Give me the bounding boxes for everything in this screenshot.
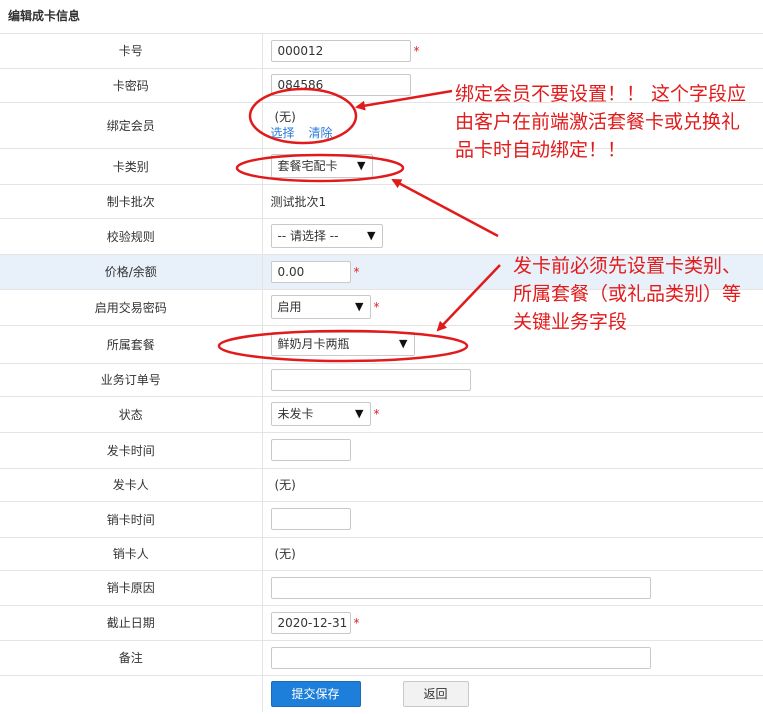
annotation-note-required-fields: 发卡前必须先设置卡类别、所属套餐（或礼品类别）等关键业务字段 [513, 255, 742, 333]
batch-label: 制卡批次 [0, 184, 262, 219]
required-mark: * [373, 407, 380, 421]
row-actions: 提交保存 返回 [0, 675, 763, 712]
card-password-label: 卡密码 [0, 68, 262, 103]
trade-password-select[interactable]: 启用 ▼ [270, 295, 371, 319]
select-member-link[interactable]: 选择 [271, 126, 295, 140]
issue-time-label: 发卡时间 [0, 432, 262, 469]
page-header: 编辑成卡信息 [0, 0, 763, 34]
row-status: 状态 未发卡 ▼ * [0, 396, 763, 433]
rule-label: 校验规则 [0, 218, 262, 255]
issuer-label: 发卡人 [0, 468, 262, 502]
row-deadline: 截止日期 2020-12-31 * [0, 605, 763, 641]
price-label: 价格/余额 [0, 254, 262, 290]
deadline-label: 截止日期 [0, 605, 262, 641]
deadline-input[interactable]: 2020-12-31 [270, 611, 351, 634]
cancel-time-input[interactable] [270, 508, 351, 530]
row-rule: 校验规则 -- 请选择 -- ▼ [0, 218, 763, 255]
rule-value: -- 请选择 -- [277, 229, 339, 243]
row-remark: 备注 [0, 640, 763, 676]
triangle-down-icon: ▼ [367, 229, 376, 242]
rule-select[interactable]: -- 请选择 -- ▼ [270, 224, 383, 248]
cancel-reason-label: 销卡原因 [0, 570, 262, 606]
row-canceller: 销卡人 (无) [0, 537, 763, 571]
row-issuer: 发卡人 (无) [0, 468, 763, 502]
batch-value: 测试批次1 [270, 194, 327, 209]
remark-input[interactable] [270, 646, 651, 669]
card-type-select[interactable]: 套餐宅配卡 ▼ [270, 154, 373, 178]
package-label: 所属套餐 [0, 325, 262, 364]
required-mark: * [353, 264, 360, 279]
order-no-label: 业务订单号 [0, 363, 262, 397]
package-value: 鲜奶月卡两瓶 [277, 337, 350, 351]
row-cancel-reason: 销卡原因 [0, 570, 763, 606]
card-no-label: 卡号 [0, 34, 262, 69]
package-select[interactable]: 鲜奶月卡两瓶 ▼ [270, 332, 415, 356]
price-input[interactable]: 0.00 [270, 260, 351, 283]
triangle-down-icon: ▼ [355, 407, 364, 420]
back-button[interactable]: 返回 [402, 680, 469, 707]
submit-save-button[interactable]: 提交保存 [270, 680, 361, 707]
triangle-down-icon: ▼ [355, 300, 364, 313]
canceller-label: 销卡人 [0, 537, 262, 571]
cancel-reason-input[interactable] [270, 576, 651, 599]
status-label: 状态 [0, 396, 262, 433]
card-no-input[interactable]: 000012 [270, 39, 411, 62]
row-batch: 制卡批次 测试批次1 [0, 184, 763, 219]
triangle-down-icon: ▼ [357, 159, 366, 172]
annotation-note-member: 绑定会员不要设置！！ 这个字段应由客户在前端激活套餐卡或兑换礼品卡时自动绑定！！ [455, 83, 747, 161]
status-select[interactable]: 未发卡 ▼ [270, 402, 371, 426]
status-value: 未发卡 [277, 407, 314, 421]
required-mark: * [413, 43, 420, 58]
row-issue-time: 发卡时间 [0, 432, 763, 469]
canceller-value: (无) [274, 547, 296, 561]
trade-password-value: 启用 [277, 300, 302, 314]
bind-member-label: 绑定会员 [0, 102, 262, 149]
row-order-no: 业务订单号 [0, 363, 763, 397]
required-mark: * [373, 300, 380, 314]
row-cancel-time: 销卡时间 [0, 501, 763, 538]
card-password-input[interactable]: 084586 [270, 74, 411, 96]
card-type-value: 套餐宅配卡 [277, 159, 338, 173]
issuer-value: (无) [274, 478, 296, 492]
order-no-input[interactable] [270, 368, 471, 391]
cancel-time-label: 销卡时间 [0, 501, 262, 538]
trade-password-label: 启用交易密码 [0, 289, 262, 326]
issue-time-input[interactable] [270, 439, 351, 461]
page-title: 编辑成卡信息 [8, 9, 81, 23]
remark-label: 备注 [0, 640, 262, 676]
clear-member-link[interactable]: 清除 [309, 126, 333, 140]
required-mark: * [353, 615, 360, 630]
row-card-no: 卡号 000012 * [0, 34, 763, 69]
card-type-label: 卡类别 [0, 148, 262, 185]
triangle-down-icon: ▼ [399, 337, 408, 350]
